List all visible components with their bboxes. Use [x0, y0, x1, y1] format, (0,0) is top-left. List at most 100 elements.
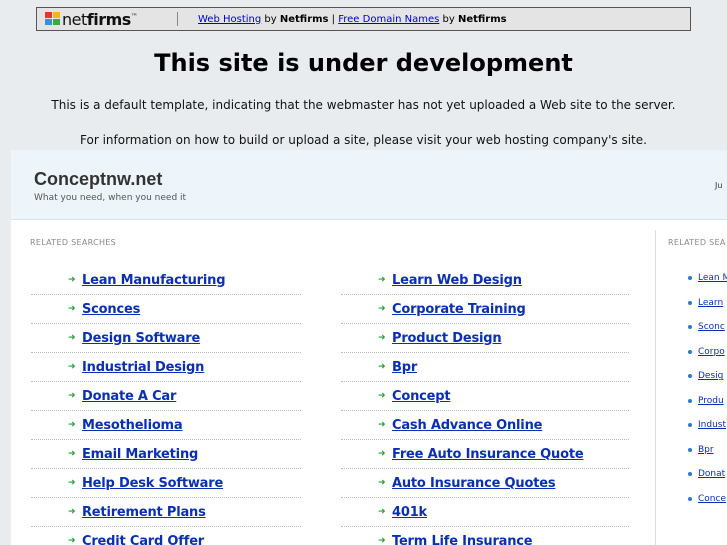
tagline: What you need, when you need it: [34, 193, 187, 203]
arrow-right-icon: ➜: [68, 507, 76, 517]
list-item: ➜ Auto Insurance Quotes: [341, 469, 629, 498]
list-item: ➜ Mesothelioma: [31, 411, 301, 440]
arrow-right-icon: ➜: [68, 275, 76, 285]
bullet-icon: [688, 276, 692, 281]
related-search-link[interactable]: Auto Insurance Quotes: [392, 476, 556, 491]
related-search-link[interactable]: Mesothelioma: [82, 418, 183, 433]
related-search-link[interactable]: Design Software: [82, 331, 200, 346]
side-list-item: Lean M: [688, 266, 727, 291]
list-item: ➜ Concept: [341, 382, 629, 411]
related-search-link[interactable]: Bpr: [392, 360, 417, 375]
related-search-link[interactable]: Retirement Plans: [82, 505, 206, 520]
list-item: ➜ Sconces: [31, 295, 301, 324]
side-related-label: RELATED SEA: [668, 238, 726, 247]
banner-links: Web Hosting by Netfirms | Free Domain Na…: [198, 14, 507, 25]
arrow-right-icon: ➜: [378, 420, 386, 430]
arrow-right-icon: ➜: [68, 536, 76, 545]
arrow-right-icon: ➜: [68, 333, 76, 343]
side-related-link[interactable]: Donat: [698, 469, 725, 479]
related-searches-label: RELATED SEARCHES: [30, 238, 117, 247]
related-search-link[interactable]: Learn Web Design: [392, 273, 522, 288]
related-search-link[interactable]: Donate A Car: [82, 389, 176, 404]
side-list-item: Sconc: [688, 315, 727, 340]
related-search-link[interactable]: 401k: [392, 505, 427, 520]
banner-brand-text: Netfirms: [457, 13, 507, 25]
free-domain-names-link[interactable]: Free Domain Names: [338, 14, 439, 25]
related-search-link[interactable]: Credit Card Offer: [82, 534, 204, 545]
netfirms-banner: netfirms™ Web Hosting by Netfirms | Free…: [36, 7, 691, 31]
bullet-icon: [688, 496, 692, 501]
page-title: This site is under development: [154, 49, 573, 77]
domain-name: Conceptnw.net: [34, 169, 163, 189]
list-item: ➜ Donate A Car: [31, 382, 301, 411]
parked-header: Conceptnw.net What you need, when you ne…: [11, 150, 727, 220]
side-list-item: Desig: [688, 364, 727, 389]
banner-divider: [177, 12, 178, 26]
list-item: ➜ Term Life Insurance: [341, 527, 629, 545]
side-related-link[interactable]: Corpo: [698, 347, 725, 357]
side-list-item: Donat: [688, 462, 727, 487]
arrow-right-icon: ➜: [68, 391, 76, 401]
banner-brand-text: Netfirms: [279, 13, 329, 25]
related-search-link[interactable]: Sconces: [82, 302, 140, 317]
bullet-icon: [688, 472, 692, 477]
netfirms-logo-icon: [45, 12, 61, 26]
side-list-item: Indust: [688, 413, 727, 438]
side-list-item: Bpr: [688, 438, 727, 463]
arrow-right-icon: ➜: [68, 420, 76, 430]
list-item: ➜ Product Design: [341, 324, 629, 353]
side-related-link[interactable]: Indust: [698, 420, 726, 430]
bullet-icon: [688, 447, 692, 452]
parked-page: Conceptnw.net What you need, when you ne…: [11, 150, 727, 545]
side-related-list: Lean M Learn Sconc Corpo Desig Produ Indust Bpr…: [688, 266, 727, 511]
arrow-right-icon: ➜: [68, 449, 76, 459]
arrow-right-icon: ➜: [378, 304, 386, 314]
arrow-right-icon: ➜: [378, 507, 386, 517]
related-search-link[interactable]: Product Design: [392, 331, 502, 346]
side-related-link[interactable]: Bpr: [698, 445, 714, 455]
related-search-link[interactable]: Email Marketing: [82, 447, 198, 462]
arrow-right-icon: ➜: [378, 449, 386, 459]
related-search-link[interactable]: Free Auto Insurance Quote: [392, 447, 584, 462]
list-item: ➜ Design Software: [31, 324, 301, 353]
side-related-link[interactable]: Desig: [698, 371, 723, 381]
list-item: ➜ Bpr: [341, 353, 629, 382]
side-related-link[interactable]: Produ: [698, 396, 724, 406]
side-list-item: Produ: [688, 389, 727, 414]
arrow-right-icon: ➜: [68, 478, 76, 488]
related-search-link[interactable]: Lean Manufacturing: [82, 273, 226, 288]
related-searches-column-1: ➜ Lean Manufacturing ➜ Sconces ➜ Design Softw…: [31, 266, 301, 545]
bullet-icon: [688, 374, 692, 379]
side-related-link[interactable]: Learn: [698, 298, 723, 308]
related-search-link[interactable]: Corporate Training: [392, 302, 526, 317]
related-search-link[interactable]: Term Life Insurance: [392, 534, 533, 545]
banner-pipe: |: [328, 13, 339, 25]
web-hosting-link[interactable]: Web Hosting: [198, 14, 261, 25]
side-related-link[interactable]: Sconc: [698, 322, 725, 332]
arrow-right-icon: ➜: [378, 362, 386, 372]
related-search-link[interactable]: Industrial Design: [82, 360, 204, 375]
netfirms-logo[interactable]: netfirms™: [37, 8, 169, 30]
related-searches-column-2: ➜ Learn Web Design ➜ Corporate Training ➜ Pro…: [341, 266, 629, 545]
arrow-right-icon: ➜: [378, 333, 386, 343]
side-list-item: Learn: [688, 291, 727, 316]
arrow-right-icon: ➜: [378, 391, 386, 401]
list-item: ➜ Credit Card Offer: [31, 527, 301, 545]
related-search-link[interactable]: Help Desk Software: [82, 476, 223, 491]
list-item: ➜ Email Marketing: [31, 440, 301, 469]
column-divider: [655, 230, 656, 545]
list-item: ➜ 401k: [341, 498, 629, 527]
list-item: ➜ Learn Web Design: [341, 266, 629, 295]
info-text: For information on how to build or uploa…: [80, 133, 647, 147]
bullet-icon: [688, 423, 692, 428]
arrow-right-icon: ➜: [378, 478, 386, 488]
side-related-link[interactable]: Lean M: [698, 273, 727, 283]
side-related-link[interactable]: Conce: [698, 494, 726, 504]
list-item: ➜ Industrial Design: [31, 353, 301, 382]
info-text: This is a default template, indicating t…: [51, 98, 676, 112]
bullet-icon: [688, 349, 692, 354]
arrow-right-icon: ➜: [68, 362, 76, 372]
related-search-link[interactable]: Cash Advance Online: [392, 418, 542, 433]
header-right-text: Ju: [715, 181, 723, 190]
related-search-link[interactable]: Concept: [392, 389, 451, 404]
